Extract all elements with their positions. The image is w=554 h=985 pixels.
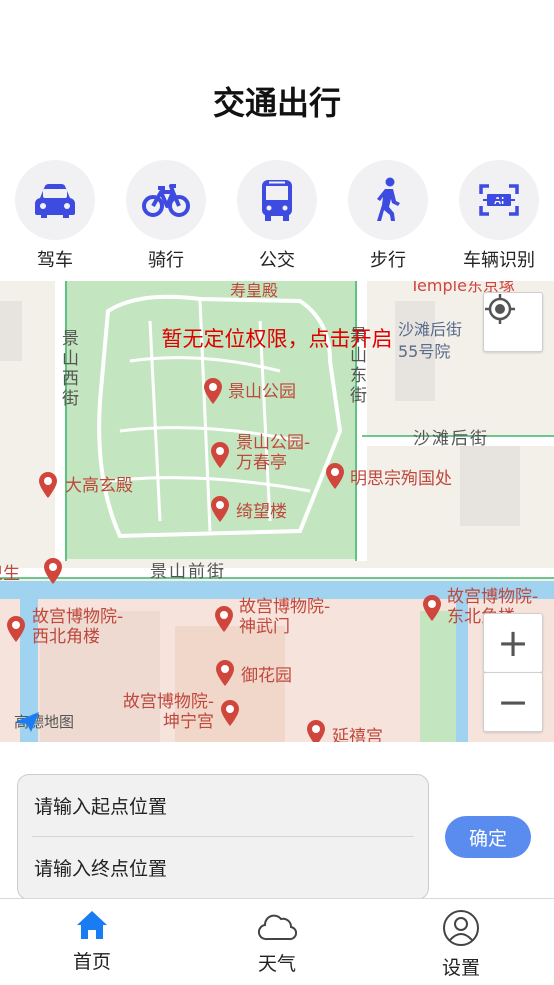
tab-weather[interactable]: 天气 — [217, 909, 337, 976]
map-label: 故宫博物院-坤宁宫 — [122, 692, 214, 732]
travel-mode-bar: 驾车 骑行 公交 步行 AI 车辆识别 — [0, 160, 554, 272]
cloud-icon — [257, 914, 298, 941]
map-label: 明思宗殉国处 — [350, 469, 452, 489]
mode-label: 骑行 — [148, 250, 184, 271]
tab-settings[interactable]: 设置 — [401, 909, 521, 980]
page-title: 交通出行 — [212, 84, 341, 122]
amap-logo-icon — [15, 712, 39, 732]
mode-ride[interactable]: 骑行 — [121, 160, 211, 272]
start-location-input[interactable]: 请输入起点位置 — [18, 775, 428, 836]
zoom-out-button[interactable]: − — [483, 672, 543, 732]
tab-label: 首页 — [72, 951, 111, 973]
locate-button[interactable] — [483, 292, 543, 352]
car-icon — [15, 160, 95, 240]
map-label: 绮望楼 — [236, 502, 287, 522]
walk-icon — [348, 160, 428, 240]
mode-label: 车辆识别 — [463, 250, 535, 271]
tab-label: 设置 — [441, 957, 480, 979]
bus-icon — [237, 160, 317, 240]
mode-label: 驾车 — [37, 250, 73, 271]
user-icon — [443, 910, 479, 946]
map-logo: 高德地图 — [14, 711, 74, 732]
mode-label: 公交 — [259, 250, 295, 271]
mode-bus[interactable]: 公交 — [232, 160, 322, 272]
map-label: 大高玄殿 — [65, 476, 133, 496]
map-label: 沙滩后街 — [413, 429, 489, 449]
map-view[interactable]: Temple东京塚 寿皇殿 景山西街 景山东街 沙滩后街55号院 沙滩后街 景山… — [0, 281, 554, 742]
home-icon — [77, 911, 107, 939]
end-location-input[interactable]: 请输入终点位置 — [18, 837, 428, 898]
bottom-tab-bar: 首页 天气 设置 — [0, 898, 554, 985]
map-label: 景山公园-万春亭 — [236, 433, 311, 473]
confirm-button[interactable]: 确定 — [445, 816, 531, 858]
tab-home[interactable]: 首页 — [32, 909, 152, 974]
map-label: 寿皇殿 — [230, 281, 279, 300]
mode-vehicle-recognition[interactable]: AI 车辆识别 — [454, 160, 544, 272]
bicycle-icon — [126, 160, 206, 240]
map-label: 景山前街 — [150, 562, 226, 582]
zoom-in-button[interactable]: + — [483, 613, 543, 673]
tab-label: 天气 — [257, 953, 296, 975]
svg-text:AI: AI — [494, 196, 504, 207]
map-label: 故宫博物院-西北角楼 — [32, 607, 124, 647]
map-label: 卫生 — [0, 564, 20, 584]
route-input-panel: 请输入起点位置 请输入终点位置 — [17, 774, 429, 900]
location-permission-notice[interactable]: 暂无定位权限，点击开启 — [0, 323, 554, 353]
map-label: 景山公园 — [228, 382, 296, 402]
map-label: 延禧宫 — [332, 727, 383, 742]
locate-icon — [485, 294, 515, 324]
map-label: 御花园 — [241, 666, 292, 686]
ai-scan-icon: AI — [459, 160, 539, 240]
mode-walk[interactable]: 步行 — [343, 160, 433, 272]
mode-label: 步行 — [370, 250, 406, 271]
map-label: 故宫博物院-神武门 — [239, 597, 331, 637]
mode-drive[interactable]: 驾车 — [10, 160, 100, 272]
